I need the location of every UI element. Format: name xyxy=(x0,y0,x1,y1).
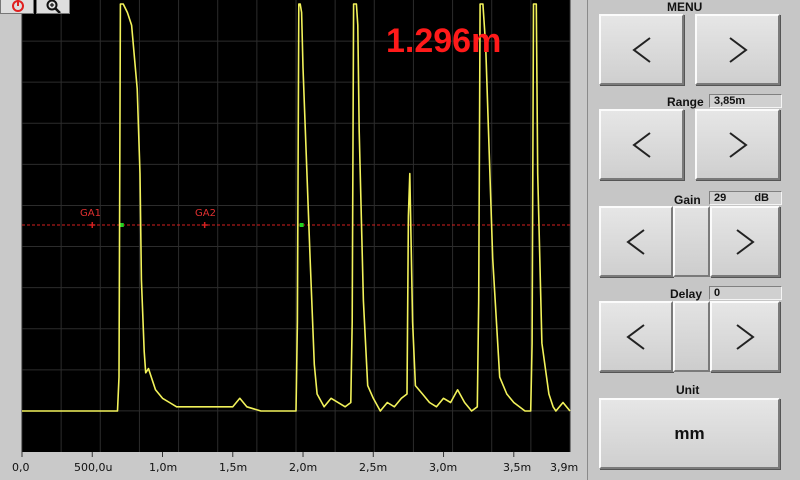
delay-decrease-button[interactable] xyxy=(599,301,673,372)
x-tick-label: 1,0m xyxy=(149,461,178,474)
gain-label: Gain xyxy=(674,193,701,207)
waveform-chart[interactable] xyxy=(0,0,587,480)
delay-value: 0 xyxy=(709,286,782,300)
x-tick-label: 0,0 xyxy=(12,461,30,474)
x-tick-label: 3,0m xyxy=(429,461,458,474)
chevron-left-icon xyxy=(626,228,645,255)
scope-panel: 1.296m GA1 GA2 0,0 500,0u 1,0m 1,5m 2,0m… xyxy=(0,0,587,480)
chevron-left-icon xyxy=(631,36,651,63)
menu-prev-button[interactable] xyxy=(599,14,684,85)
distance-readout: 1.296m xyxy=(386,22,502,60)
delay-label: Delay xyxy=(670,287,703,301)
unit-label: Unit xyxy=(676,383,700,397)
gain-decrease-button[interactable] xyxy=(599,206,673,277)
zoom-icon xyxy=(46,0,61,13)
gain-increase-button[interactable] xyxy=(710,206,780,277)
x-tick-label: 2,5m xyxy=(359,461,388,474)
gate-crossing-marker xyxy=(299,223,304,227)
x-tick-label: 3,9m xyxy=(550,461,579,474)
delay-spacer xyxy=(673,301,710,372)
chevron-right-icon xyxy=(728,36,748,63)
chevron-right-icon xyxy=(736,323,755,350)
x-axis-ticks xyxy=(21,452,515,457)
chevron-right-icon xyxy=(728,131,748,158)
gain-value: 29 xyxy=(714,192,727,204)
gain-unit: dB xyxy=(754,192,769,204)
chevron-right-icon xyxy=(736,228,755,255)
menu-label: MENU xyxy=(667,0,703,14)
power-icon xyxy=(12,0,24,12)
gain-spacer xyxy=(673,206,710,277)
x-tick-label: 1,5m xyxy=(219,461,248,474)
power-button[interactable] xyxy=(0,0,34,14)
zoom-button[interactable] xyxy=(36,0,70,14)
range-increase-button[interactable] xyxy=(695,109,780,180)
gate-label-ga2: GA2 xyxy=(195,208,216,219)
control-panel: MENU Range 3,85m Gain 29 dB Delay 0 Unit… xyxy=(587,0,800,480)
app-window: 1.296m GA1 GA2 0,0 500,0u 1,0m 1,5m 2,0m… xyxy=(0,0,800,480)
x-tick-label: 3,5m xyxy=(503,461,532,474)
menu-next-button[interactable] xyxy=(695,14,780,85)
range-label: Range xyxy=(667,95,704,109)
x-tick-label: 500,0u xyxy=(74,461,113,474)
unit-value: mm xyxy=(674,423,705,443)
gain-value-box: 29 dB xyxy=(709,191,782,205)
delay-increase-button[interactable] xyxy=(710,301,780,372)
gate-label-ga1: GA1 xyxy=(80,208,101,219)
range-value: 3,85m xyxy=(709,94,782,108)
range-decrease-button[interactable] xyxy=(599,109,684,180)
chevron-left-icon xyxy=(631,131,651,158)
unit-button[interactable]: mm xyxy=(599,398,780,469)
x-tick-label: 2,0m xyxy=(289,461,318,474)
chevron-left-icon xyxy=(626,323,645,350)
